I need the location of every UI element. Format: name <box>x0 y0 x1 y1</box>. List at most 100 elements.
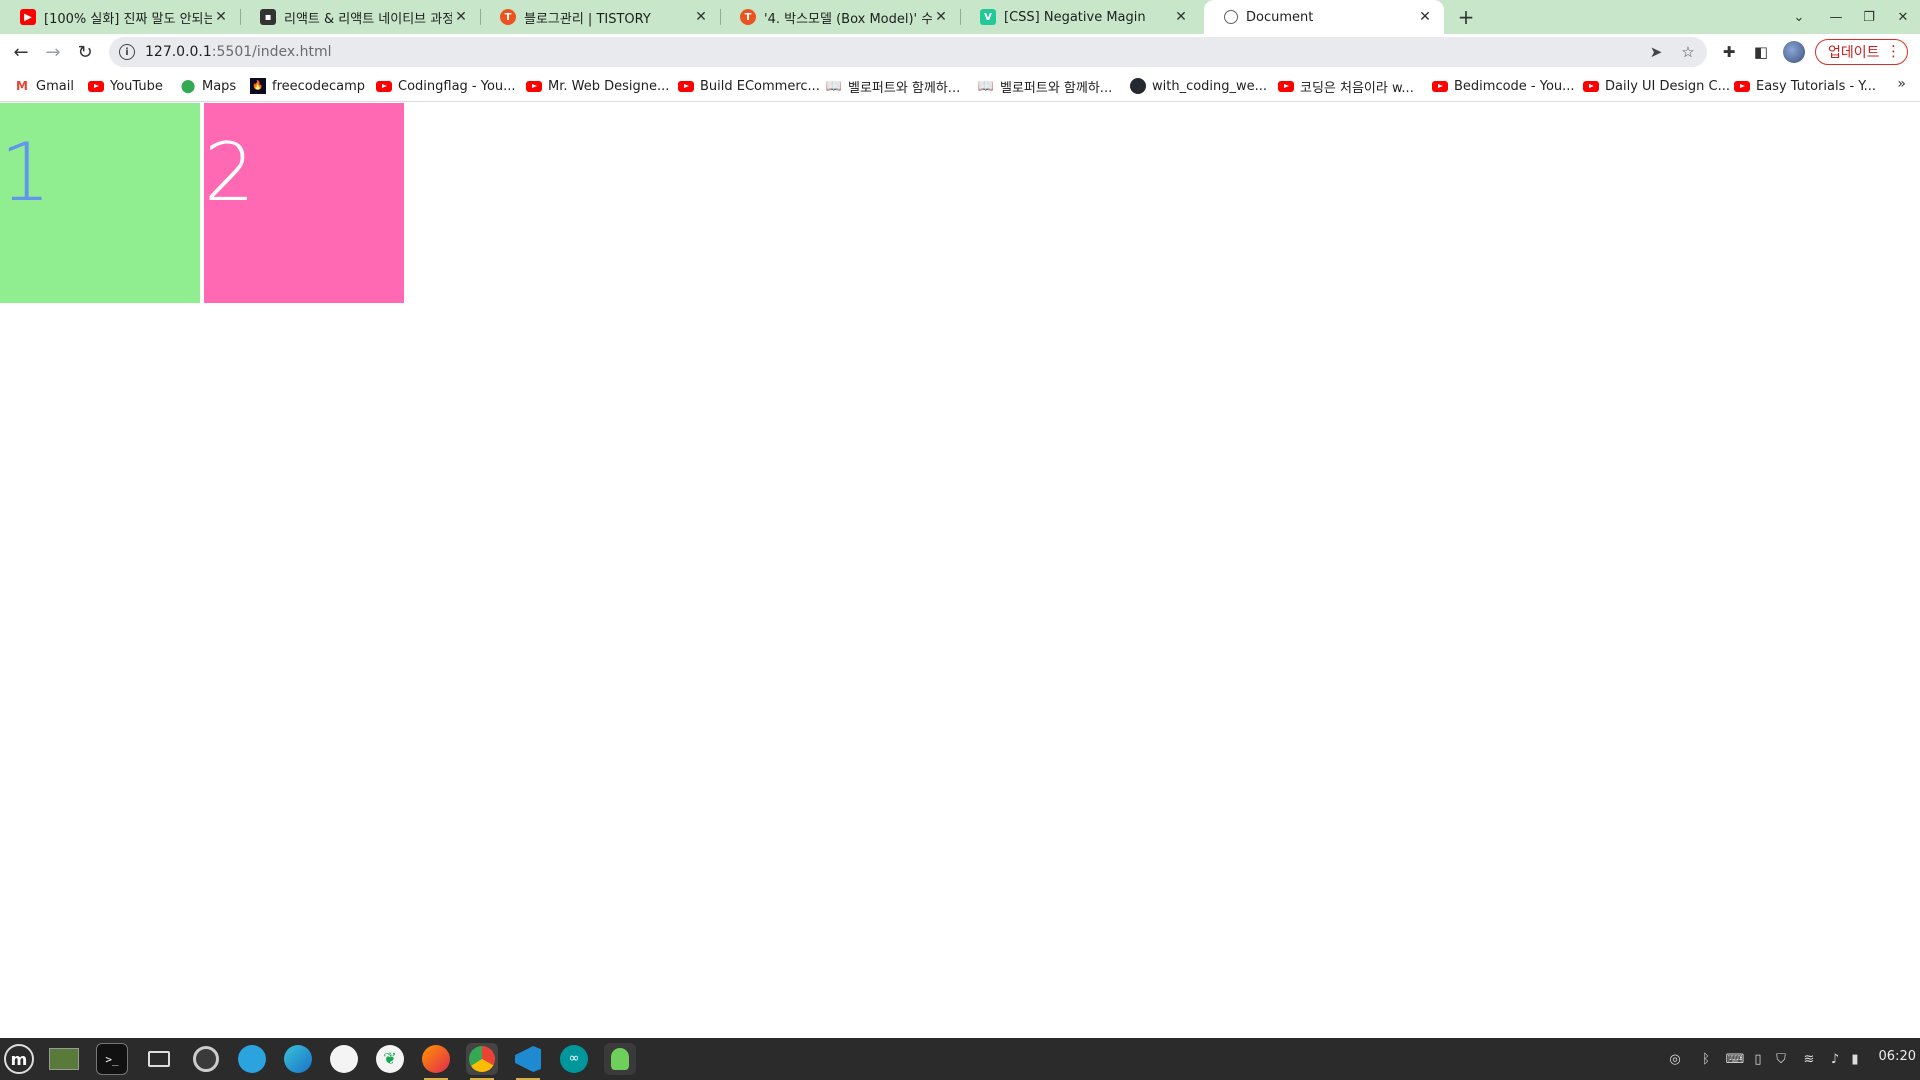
bookmark-mr-web-designer[interactable]: Mr. Web Designe... <box>526 76 669 96</box>
contact-card-icon: ▪ <box>260 9 276 25</box>
bookmark-codingflag[interactable]: Codingflag - You... <box>376 76 516 96</box>
send-icon[interactable]: ➤ <box>1645 41 1667 63</box>
tab-title: [100% 실화] 진짜 말도 안되는 인 <box>44 11 212 27</box>
side-panel-icon[interactable]: ◧ <box>1750 41 1772 63</box>
bookmark-build-ecommerce[interactable]: Build ECommerc... <box>678 76 820 96</box>
youtube-icon <box>1432 78 1448 94</box>
close-window-button[interactable]: ✕ <box>1886 0 1920 34</box>
youtube-icon <box>678 78 694 94</box>
kebab-menu-icon: ⋮ <box>1886 42 1901 60</box>
bookmark-coding-first[interactable]: 코딩은 처음이라 w... <box>1278 76 1414 96</box>
files-icon[interactable] <box>143 1043 175 1075</box>
bookmark-velopert-1[interactable]: 📖 벨로퍼트와 함께하... <box>826 76 960 96</box>
new-tab-button[interactable]: + <box>1453 4 1479 30</box>
tab-title: [CSS] Negative Magin <box>1004 9 1146 25</box>
close-icon[interactable]: ✕ <box>932 9 950 25</box>
chrome-icon[interactable] <box>466 1043 498 1080</box>
volume-icon[interactable]: ♪ <box>1828 1049 1842 1069</box>
arrow-left-icon: ← <box>13 41 29 63</box>
restore-button[interactable]: ❐ <box>1852 0 1886 34</box>
firefox-icon[interactable] <box>420 1043 452 1080</box>
creative-cloud-icon[interactable]: ◎ <box>1664 1049 1686 1069</box>
forward-button[interactable]: → <box>40 39 66 65</box>
tab-title: Document <box>1246 9 1314 25</box>
tistory-icon: T <box>740 9 756 25</box>
arduino-icon[interactable]: ∞ <box>558 1043 590 1075</box>
tab-youtube-video[interactable]: ▶ [100% 실화] 진짜 말도 안되는 인 ✕ <box>0 0 240 34</box>
url-host: 127.0.0.1 <box>145 44 212 60</box>
bookmark-label: Daily UI Design C... <box>1605 78 1730 94</box>
maps-icon: ⬤ <box>180 78 196 94</box>
close-icon[interactable]: ✕ <box>452 9 470 25</box>
site-info-icon[interactable]: i <box>119 44 135 60</box>
mongodb-icon[interactable]: ❦ <box>374 1043 406 1075</box>
close-icon[interactable]: ✕ <box>212 9 230 25</box>
reload-button[interactable]: ↻ <box>72 39 98 65</box>
android-icon[interactable] <box>604 1043 636 1075</box>
obs-icon[interactable] <box>190 1043 222 1075</box>
desktop-icon[interactable] <box>48 1043 80 1075</box>
bookmark-easy-tutorials[interactable]: Easy Tutorials - Y... <box>1734 76 1876 96</box>
bookmark-with-coding[interactable]: with_coding_we... <box>1130 76 1267 96</box>
minimize-button[interactable]: — <box>1819 0 1853 34</box>
browser-toolbar: ← → ↻ i 127.0.0.1:5501/index.html ➤ ☆ ✚ … <box>0 34 1920 70</box>
battery-icon[interactable]: ▮ <box>1848 1049 1862 1069</box>
bookmark-bedimcode[interactable]: Bedimcode - You... <box>1432 76 1575 96</box>
tab-react-course[interactable]: ▪ 리액트 & 리액트 네이티브 과정 ✕ <box>240 0 480 34</box>
star-icon[interactable]: ☆ <box>1677 41 1699 63</box>
close-icon: ✕ <box>1897 9 1909 25</box>
tab-title: 블로그관리 | TISTORY <box>524 11 651 27</box>
avatar[interactable] <box>1783 41 1805 63</box>
youtube-icon <box>1734 78 1750 94</box>
tab-title: '4. 박스모델 (Box Model)' 수정하기 <box>764 11 932 27</box>
address-bar[interactable]: i 127.0.0.1:5501/index.html ➤ ☆ <box>109 37 1707 67</box>
tab-document-active[interactable]: Document ✕ <box>1204 0 1444 34</box>
youtube-icon <box>526 78 542 94</box>
freecodecamp-icon: 🔥 <box>250 78 266 94</box>
minimize-icon: — <box>1829 9 1843 25</box>
bookmark-label: Maps <box>202 78 237 94</box>
page-viewport: 1 2 <box>0 103 1920 1038</box>
bookmark-velopert-2[interactable]: 📖 벨로퍼트와 함께하... <box>978 76 1112 96</box>
bookmark-freecodecamp[interactable]: 🔥 freecodecamp <box>250 76 365 96</box>
bookmark-label: freecodecamp <box>272 78 366 94</box>
wifi-icon[interactable]: ≋ <box>1800 1049 1818 1069</box>
youtube-icon <box>1583 78 1599 94</box>
youtube-icon <box>376 78 392 94</box>
tab-tistory-edit[interactable]: T '4. 박스모델 (Box Model)' 수정하기 ✕ <box>720 0 960 34</box>
tistory-icon: T <box>500 9 516 25</box>
close-icon[interactable]: ✕ <box>1416 9 1434 25</box>
bookmark-label: Mr. Web Designe... <box>548 78 670 94</box>
more-bookmarks-icon[interactable]: » <box>1897 76 1906 92</box>
book-icon: 📖 <box>825 78 843 94</box>
tab-search-button[interactable]: ⌄ <box>1782 0 1816 34</box>
globe-icon <box>1224 10 1238 24</box>
tab-title: 리액트 & 리액트 네이티브 과정 <box>284 11 452 27</box>
tab-tistory-admin[interactable]: T 블로그관리 | TISTORY ✕ <box>480 0 720 34</box>
edge-icon[interactable] <box>282 1043 314 1075</box>
bluetooth-icon[interactable]: ᛒ <box>1698 1049 1714 1069</box>
keyboard-icon[interactable]: ⌨ <box>1726 1049 1745 1069</box>
bookmark-maps[interactable]: ⬤ Maps <box>180 76 237 96</box>
mint-menu-icon[interactable]: m <box>4 1044 34 1074</box>
terminal-icon[interactable]: >_ <box>96 1043 128 1075</box>
tab-velog[interactable]: V [CSS] Negative Magin ✕ <box>960 0 1200 34</box>
vscode-icon[interactable] <box>512 1043 544 1080</box>
update-label: 업데이트 <box>1828 45 1880 61</box>
taskbar-clock[interactable]: 06:20 <box>1879 1049 1916 1064</box>
arrow-right-icon: → <box>45 41 61 63</box>
shield-icon[interactable]: ⛉ <box>1772 1049 1790 1069</box>
back-button[interactable]: ← <box>8 39 34 65</box>
telegram-icon[interactable] <box>236 1043 268 1075</box>
youtube-icon: ▶ <box>20 9 36 25</box>
close-icon[interactable]: ✕ <box>1172 9 1190 25</box>
update-button[interactable]: 업데이트 ⋮ <box>1815 39 1908 65</box>
bookmark-daily-ui[interactable]: Daily UI Design C... <box>1583 76 1730 96</box>
close-icon[interactable]: ✕ <box>692 9 710 25</box>
bookmark-gmail[interactable]: M Gmail <box>14 76 74 96</box>
clipboard-icon[interactable]: ▯ <box>1750 1049 1766 1069</box>
bookmark-youtube[interactable]: YouTube <box>88 76 163 96</box>
extensions-icon[interactable]: ✚ <box>1718 41 1740 63</box>
plus-icon: + <box>1457 5 1475 29</box>
paint-icon[interactable] <box>328 1043 360 1075</box>
